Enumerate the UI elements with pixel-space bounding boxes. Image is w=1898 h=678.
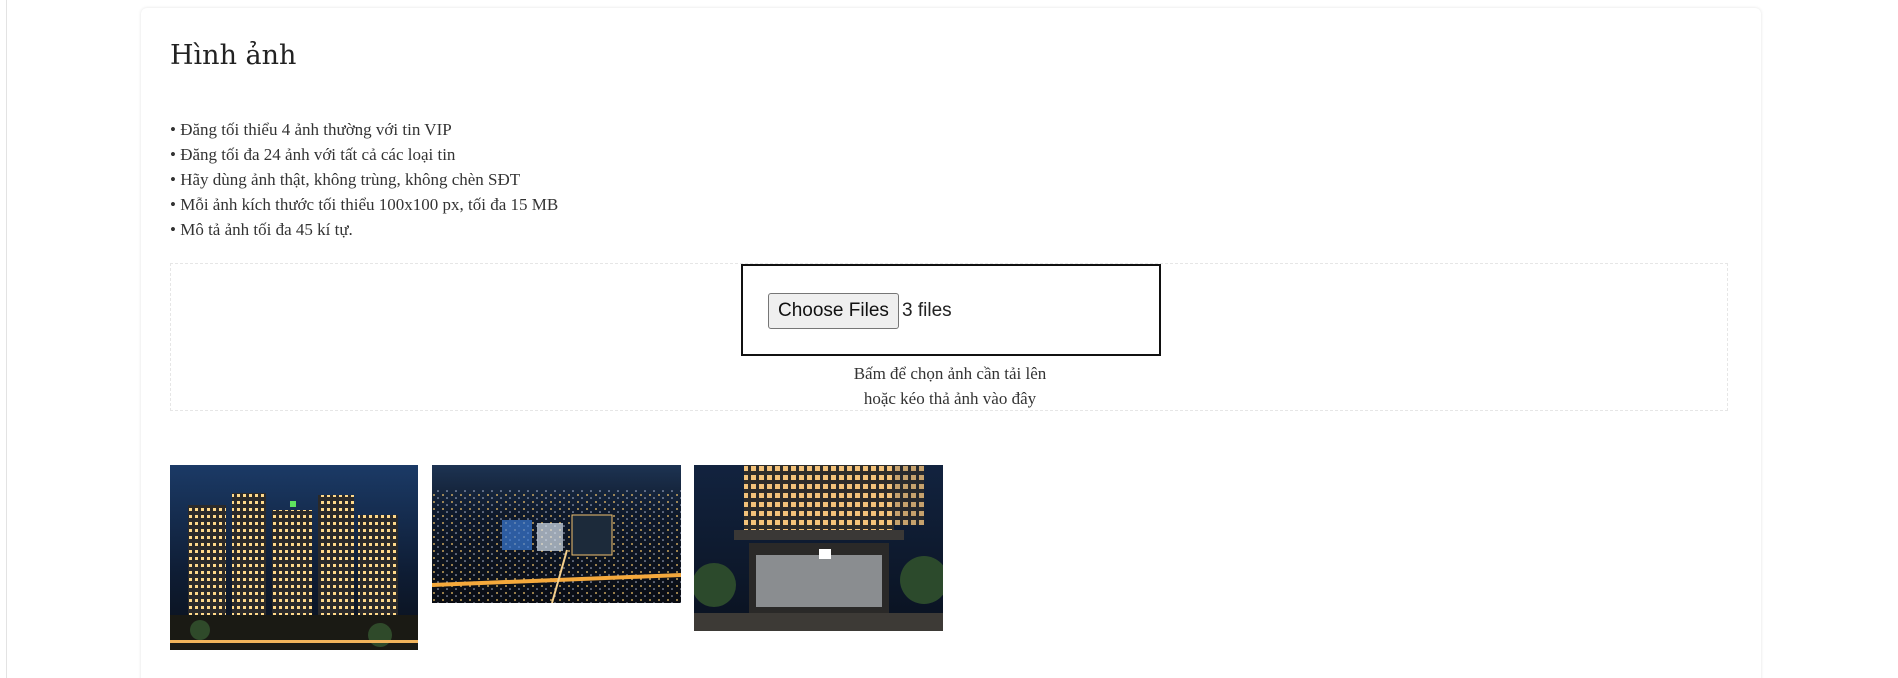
dropzone-hint: Bấm để chọn ảnh cần tải lên hoặc kéo thả… — [171, 361, 1729, 411]
rule-item: Mô tả ảnh tối đa 45 kí tự. — [170, 217, 558, 242]
rule-item: Hãy dùng ảnh thật, không trùng, không ch… — [170, 167, 558, 192]
file-count-status: 3 files — [902, 300, 952, 321]
dropzone-hint-line2: hoặc kéo thả ảnh vào đây — [863, 389, 1037, 408]
rule-item: Đăng tối thiểu 4 ảnh thường với tin VIP — [170, 117, 558, 142]
thumbnail-aerial-city-night[interactable] — [432, 465, 681, 603]
choose-files-button[interactable]: Choose Files — [768, 293, 899, 329]
images-section-card: Hình ảnh Đăng tối thiểu 4 ảnh thường với… — [141, 8, 1761, 678]
thumbnail-night-apartment-towers[interactable] — [170, 465, 418, 650]
dropzone-hint-line1: Bấm để chọn ảnh cần tải lên — [853, 364, 1047, 383]
file-input[interactable]: Choose Files 3 files — [741, 264, 1161, 356]
section-title: Hình ảnh — [170, 40, 297, 71]
image-dropzone[interactable]: Choose Files 3 files Bấm để chọn ảnh cần… — [170, 263, 1728, 411]
rule-item: Mỗi ảnh kích thước tối thiểu 100x100 px,… — [170, 192, 558, 217]
thumbnail-building-entrance-night[interactable] — [694, 465, 943, 631]
rule-item: Đăng tối đa 24 ảnh với tất cả các loại t… — [170, 142, 558, 167]
page-left-border — [6, 0, 7, 678]
upload-rules-list: Đăng tối thiểu 4 ảnh thường với tin VIP … — [170, 117, 558, 242]
